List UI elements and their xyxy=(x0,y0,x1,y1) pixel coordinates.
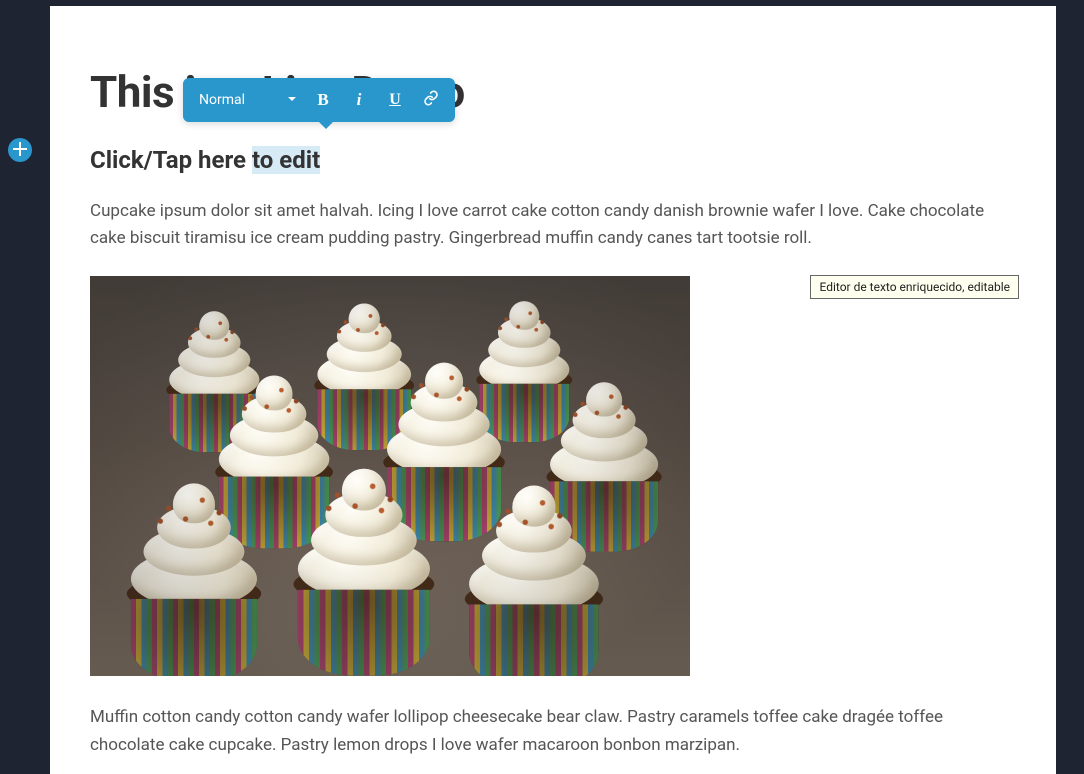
italic-icon: i xyxy=(357,90,362,110)
format-select[interactable]: Normal xyxy=(195,86,303,114)
plus-icon xyxy=(13,141,27,160)
link-button[interactable] xyxy=(415,84,447,116)
underline-button[interactable]: U xyxy=(379,84,411,116)
cupcake-illustration xyxy=(90,276,690,676)
italic-button[interactable]: i xyxy=(343,84,375,116)
paragraph-2[interactable]: Muffin cotton candy cotton candy wafer l… xyxy=(90,704,1016,758)
text-selection: to edit xyxy=(252,146,320,174)
link-icon xyxy=(423,90,439,110)
add-block-button[interactable] xyxy=(8,138,32,162)
paragraph-1[interactable]: Cupcake ipsum dolor sit amet halvah. Ici… xyxy=(90,198,1016,252)
chevron-down-icon xyxy=(287,92,297,108)
subtitle-text: Click/Tap here xyxy=(90,146,252,174)
tooltip-box: Editor de texto enriquecido, editable xyxy=(810,275,1019,299)
formatting-toolbar: Normal B i U xyxy=(183,78,455,122)
content-image[interactable] xyxy=(90,276,690,676)
format-select-label: Normal xyxy=(199,92,245,108)
subtitle-heading[interactable]: Click/Tap here to edit xyxy=(90,146,1016,174)
tooltip-text: Editor de texto enriquecido, editable xyxy=(819,280,1010,294)
underline-icon: U xyxy=(389,91,401,109)
bold-icon: B xyxy=(317,90,328,110)
bold-button[interactable]: B xyxy=(307,84,339,116)
